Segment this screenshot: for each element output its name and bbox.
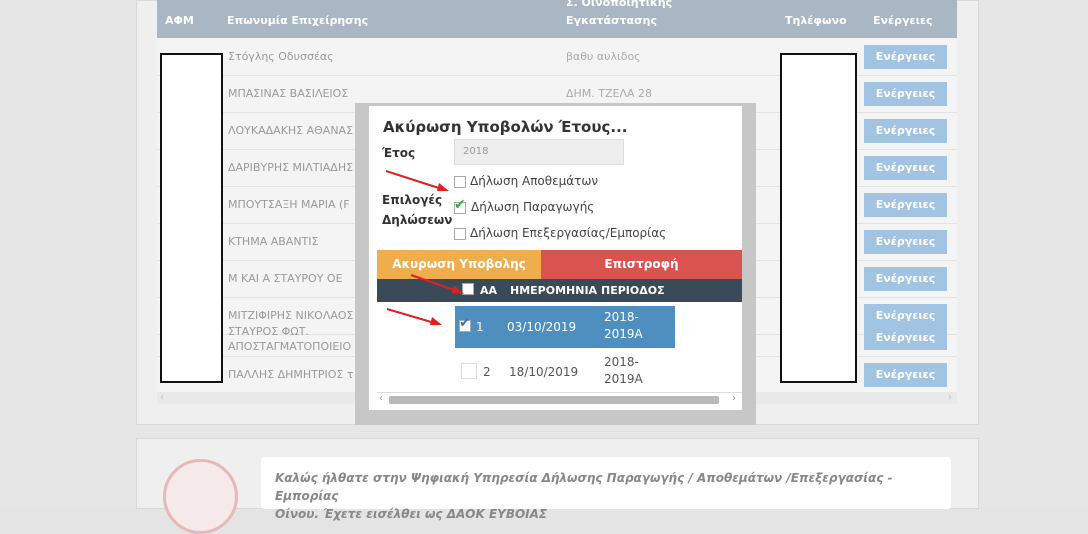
header-afm: ΑΦΜ — [165, 14, 194, 27]
company-name: Στόγλης Οδυσσέας — [228, 50, 334, 63]
option-production-declaration[interactable]: ✔ Δήλωση Παραγωγής — [454, 197, 595, 214]
header-installation-line2: Εγκατάστασης — [566, 14, 658, 27]
actions-button[interactable]: Ενέργειες — [864, 45, 947, 69]
company-name: ΛΟΥΚΑΔΑΚΗΣ ΑΘΑΝΑΣ — [228, 124, 354, 137]
actions-button[interactable]: Ενέργειες — [864, 119, 947, 143]
scroll-right-icon[interactable]: › — [732, 393, 736, 404]
option-label: Δήλωση Παραγωγής — [471, 200, 595, 214]
annotation-arrow-select-all — [410, 274, 464, 294]
annotation-arrow-production — [385, 170, 449, 191]
dialog-title: Ακύρωση Υποβολών Έτους... — [383, 118, 628, 136]
submissions-horizontal-scrollbar[interactable]: ‹ › — [377, 392, 742, 407]
actions-button[interactable]: Ενέργειες — [864, 363, 947, 387]
submissions-table: ΑΑ ΗΜΕΡΟΜΗΝΙΑ ΠΕΡΙΟΔΟΣ ✔ 1 03/10/2019 20… — [377, 279, 742, 410]
row-period-line2: 2019A — [604, 327, 643, 341]
row-aa: 1 — [476, 320, 484, 334]
submission-row[interactable]: 2 18/10/2019 2018- 2019A — [455, 351, 675, 393]
checkmark-icon: ✔ — [454, 197, 466, 213]
actions-button[interactable]: Ενέργειες — [864, 156, 947, 180]
company-name: ΜΠΑΣΙΝΑΣ ΒΑΣΙΛΕΙΟΣ — [228, 87, 349, 100]
installation-address: βαθυ αυλιδος — [566, 50, 641, 63]
row-period-line2: 2019A — [604, 372, 643, 386]
scroll-right-icon[interactable]: › — [948, 392, 952, 403]
row-period-line1: 2018- — [604, 310, 639, 324]
declaration-options-label: Επιλογές Δηλώσεων — [382, 193, 453, 227]
row-checkbox[interactable] — [461, 363, 477, 379]
option-processing-declaration[interactable]: Δήλωση Επεξεργασίας/Εμπορίας — [454, 226, 666, 240]
scroll-left-icon[interactable]: ‹ — [379, 393, 383, 404]
welcome-panel: Καλώς ήλθατε στην Ψηφιακή Υπηρεσία Δήλωσ… — [136, 438, 979, 534]
submission-row[interactable]: ✔ 1 03/10/2019 2018- 2019A — [455, 306, 675, 348]
company-name: ΣΤΑΥΡΟΣ ΦΩΤ. ΑΠΟΣΤΑΓΜΑΤΟΠΟΙΕΙΟ — [228, 325, 352, 353]
welcome-message: Καλώς ήλθατε στην Ψηφιακή Υπηρεσία Δήλωσ… — [275, 469, 935, 523]
header-actions: Ενέργειες — [873, 14, 933, 27]
company-name: ΜΠΟΥΤΣΑΞΗ ΜΑΡΙΑ (F — [228, 198, 350, 211]
welcome-line1: Καλώς ήλθατε στην Ψηφιακή Υπηρεσία Δήλωσ… — [275, 471, 893, 503]
support-avatar-icon — [163, 459, 238, 534]
redaction-box-afm — [160, 53, 223, 383]
return-button[interactable]: Επιστροφή — [541, 250, 742, 279]
scroll-left-icon[interactable]: ‹ — [160, 392, 164, 403]
annotation-arrow-row1 — [386, 308, 442, 325]
redaction-box-phone — [780, 53, 857, 383]
checkbox[interactable] — [454, 175, 466, 188]
actions-button[interactable]: Ενέργειες — [864, 326, 947, 350]
option-stock-declaration[interactable]: Δήλωση Αποθεμάτων — [454, 174, 598, 188]
row-date: 03/10/2019 — [507, 320, 577, 334]
row-aa: 2 — [483, 365, 491, 379]
actions-button[interactable]: Ενέργειες — [864, 82, 947, 106]
row-date: 18/10/2019 — [509, 365, 579, 379]
header-period: ΠΕΡΙΟΔΟΣ — [601, 284, 665, 297]
actions-button[interactable]: Ενέργειες — [864, 230, 947, 254]
welcome-message-bubble: Καλώς ήλθατε στην Ψηφιακή Υπηρεσία Δήλωσ… — [261, 457, 951, 521]
header-date: ΗΜΕΡΟΜΗΝΙΑ — [510, 284, 598, 297]
year-label: Έτος — [382, 146, 416, 160]
header-phone: Τηλέφωνο — [785, 14, 847, 27]
actions-button[interactable]: Ενέργειες — [864, 267, 947, 291]
welcome-line2: Οίνου. Έχετε εισέλθει ως ΔΑΟΚ ΕΥΒΟΙΑΣ — [275, 507, 548, 521]
checkmark-icon: ✔ — [459, 315, 471, 331]
year-field[interactable]: 2018 — [454, 139, 624, 165]
checkbox[interactable] — [454, 227, 466, 240]
header-company: Επωνυμία Επιχείρησης — [227, 14, 369, 27]
option-label: Δήλωση Επεξεργασίας/Εμπορίας — [470, 226, 667, 240]
option-label: Δήλωση Αποθεμάτων — [470, 174, 599, 188]
company-name: ΠΑΛΛΗΣ ΔΗΜΗΤΡΙΟΣ τ — [228, 368, 354, 381]
table-header: ΑΦΜ Επωνυμία Επιχείρησης Σ. Οινοποιητική… — [157, 0, 957, 38]
header-aa: ΑΑ — [480, 284, 498, 297]
row-period-line1: 2018- — [604, 355, 639, 369]
scrollbar-thumb[interactable] — [389, 396, 719, 404]
actions-button[interactable]: Ενέργειες — [864, 193, 947, 217]
installation-address: ΔΗΜ. ΤΖΕΛΑ 28 — [566, 87, 653, 100]
company-name: Μ ΚΑΙ Α ΣΤΑΥΡΟΥ ΟΕ — [228, 272, 343, 285]
company-name: ΚΤΗΜΑ ΑΒΑΝΤΙΣ — [228, 235, 319, 248]
header-installation-line1: Σ. Οινοποιητικής — [566, 0, 673, 9]
company-name: ΔΑΡΙΒΥΡΗΣ ΜΙΛΤΙΑΔΗΣ — [228, 161, 354, 174]
cancel-submissions-dialog: Ακύρωση Υποβολών Έτους... Έτος 2018 Επιλ… — [369, 106, 742, 410]
